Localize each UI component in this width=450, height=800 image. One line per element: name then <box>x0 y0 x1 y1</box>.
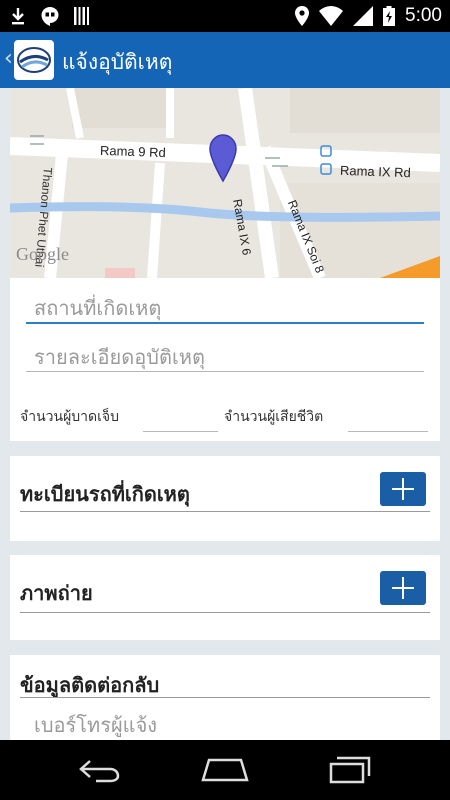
accident-form-card: สถานที่เกิดเหตุ รายละเอียดอุบัติเหตุ จำน… <box>10 278 440 441</box>
back-button[interactable]: ‹ <box>4 46 13 71</box>
death-count-input[interactable] <box>348 430 428 432</box>
contact-card: ข้อมูลติดต่อกลับ เบอร์โทรผู้แจ้ง <box>10 655 440 740</box>
injured-count-input[interactable] <box>143 430 218 432</box>
back-nav-icon[interactable] <box>78 757 122 783</box>
location-field[interactable]: สถานที่เกิดเหตุ <box>26 292 424 324</box>
map-watermark: Google <box>16 244 69 264</box>
map-road-label: Rama 9 Rd <box>99 142 166 161</box>
app-logo[interactable] <box>14 40 54 80</box>
details-field-placeholder: รายละเอียดอุบัติเหตุ <box>34 345 205 369</box>
navigation-bar <box>0 740 450 800</box>
recents-nav-icon[interactable] <box>329 756 371 784</box>
location-icon <box>295 6 310 26</box>
add-photo-button[interactable] <box>380 571 426 605</box>
wifi-icon <box>319 6 344 26</box>
map-road-label: Rama IX Rd <box>339 162 412 181</box>
map-marker-icon[interactable] <box>208 133 238 183</box>
reporter-phone-placeholder: เบอร์โทรผู้แจ้ง <box>34 713 158 737</box>
death-count-label: จำนวนผู้เสียชีวิต <box>224 409 324 425</box>
battery-icon <box>383 6 396 26</box>
barcode-icon <box>74 7 89 25</box>
injured-count-label: จำนวนผู้บาดเจ็บ <box>20 409 119 425</box>
status-bar: 5:00 <box>0 0 450 32</box>
section-divider <box>20 511 430 512</box>
page-title: แจ้งอุบัติเหตุ <box>62 50 173 74</box>
vehicle-plates-title: ทะเบียนรถที่เกิดเหตุ <box>20 482 190 506</box>
add-vehicle-button[interactable] <box>380 472 426 506</box>
section-divider <box>20 697 430 698</box>
photos-card: ภาพถ่าย <box>10 555 440 640</box>
hangouts-icon <box>41 7 59 26</box>
action-bar: ‹ แจ้งอุบัติเหตุ <box>0 32 450 88</box>
app-logo-icon <box>17 47 51 73</box>
reporter-phone-field[interactable]: เบอร์โทรผู้แจ้ง <box>26 709 424 739</box>
photos-title: ภาพถ่าย <box>20 581 93 605</box>
section-divider <box>20 612 430 613</box>
vehicle-plates-card: ทะเบียนรถที่เกิดเหตุ <box>10 456 440 541</box>
location-field-placeholder: สถานที่เกิดเหตุ <box>34 296 162 320</box>
location-map[interactable]: Rama 9 Rd Rama IX Rd Rama IX 6 Rama IX S… <box>10 88 440 278</box>
status-time: 5:00 <box>405 5 442 26</box>
home-nav-icon[interactable] <box>201 758 249 782</box>
details-field[interactable]: รายละเอียดอุบัติเหตุ <box>26 341 424 372</box>
content-scroll[interactable]: Rama 9 Rd Rama IX Rd Rama IX 6 Rama IX S… <box>0 88 450 740</box>
signal-icon <box>353 6 374 26</box>
download-icon <box>12 8 24 25</box>
